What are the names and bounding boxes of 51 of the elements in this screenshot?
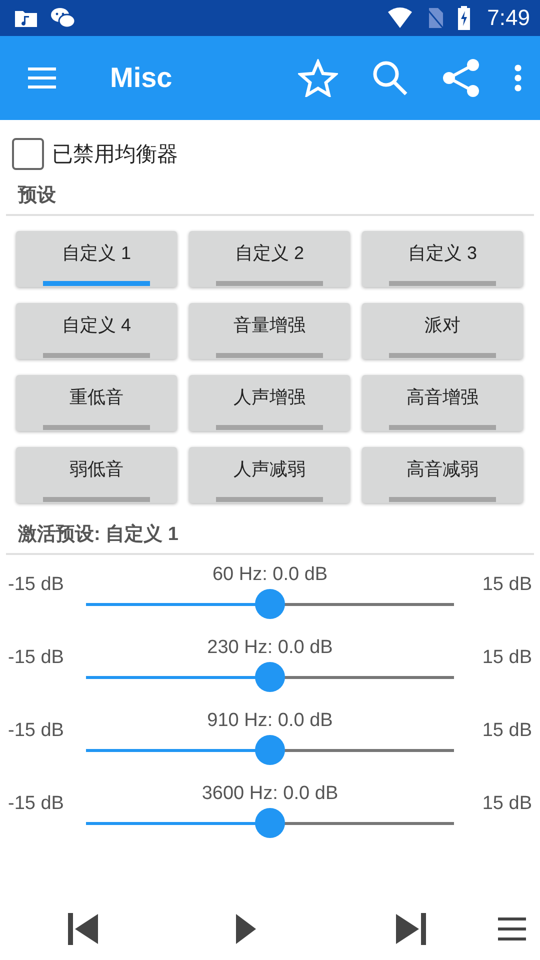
search-button[interactable] [372,60,408,96]
section-header: 预设 [18,185,56,206]
preset-button[interactable]: 自定义 2 [189,231,350,287]
band-label: 230 Hz: 0.0 dB [206,636,334,660]
max-label: 15 dB [481,794,532,814]
min-label: -15 dB [8,794,65,814]
min-label: -15 dB [8,575,65,595]
slider-thumb[interactable] [255,589,285,619]
star-button[interactable] [298,59,338,97]
share-button[interactable] [442,58,480,98]
wifi-icon [387,7,414,29]
band-label: 60 Hz: 0.0 dB [211,563,329,587]
preset-button[interactable]: 自定义 1 [16,231,177,287]
slider[interactable] [86,808,454,838]
preset-button[interactable]: 自定义 4 [16,303,177,359]
preset-button[interactable]: 人声减弱 [189,447,350,503]
preset-button[interactable]: 重低音 [16,375,177,431]
preset-button[interactable]: 高音减弱 [362,447,523,503]
preset-button[interactable]: 弱低音 [16,447,177,503]
band-label: 3600 Hz: 0.0 dB [200,782,340,806]
section-header: 激活预设: 自定义 1 [18,524,178,545]
min-label: -15 dB [8,648,65,668]
more-options-button[interactable] [514,64,522,92]
play-button[interactable] [235,912,257,944]
battery-charging-icon [457,6,472,30]
previous-button[interactable] [66,912,100,944]
music-folder-icon [14,8,38,28]
preset-button[interactable]: 音量增强 [189,303,350,359]
checkbox-label: 已禁用均衡器 [52,142,178,168]
preset-button[interactable]: 人声增强 [189,375,350,431]
toolbar-title: Misc [110,62,174,94]
slider[interactable] [86,589,454,619]
max-label: 15 dB [481,721,532,741]
slider[interactable] [86,662,454,692]
menu-button[interactable] [26,66,58,90]
clock-time: 7:49 [487,5,530,31]
preset-button[interactable]: 派对 [362,303,523,359]
chat-icon [50,7,76,29]
preset-button[interactable]: 自定义 3 [362,231,523,287]
slider-thumb[interactable] [255,735,285,765]
slider-thumb[interactable] [255,808,285,838]
min-label: -15 dB [8,721,65,741]
slider[interactable] [86,735,454,765]
checkbox[interactable] [12,138,44,170]
band-label: 910 Hz: 0.0 dB [206,709,334,733]
preset-button[interactable]: 高音增强 [362,375,523,431]
max-label: 15 dB [481,575,532,595]
slider-thumb[interactable] [255,662,285,692]
queue-button[interactable] [496,914,528,942]
next-button[interactable] [394,912,428,944]
max-label: 15 dB [481,648,532,668]
